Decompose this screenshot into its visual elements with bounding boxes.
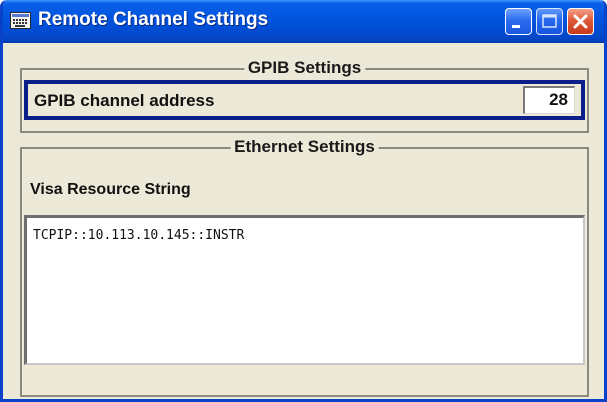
keyboard-icon <box>10 12 31 29</box>
gpib-channel-address-label: GPIB channel address <box>34 91 215 110</box>
gpib-channel-address-row[interactable]: GPIB channel address 28 <box>24 80 585 120</box>
ethernet-settings-group: Ethernet Settings Visa Resource String T… <box>20 137 589 397</box>
minimize-button[interactable] <box>505 8 532 35</box>
close-icon <box>573 14 588 29</box>
maximize-button[interactable] <box>536 8 563 35</box>
window-title: Remote Channel Settings <box>38 9 269 30</box>
dialog-content: GPIB Settings GPIB channel address 28 Et… <box>6 43 601 397</box>
maximize-icon <box>542 14 557 28</box>
gpib-channel-address-field[interactable]: 28 <box>523 86 575 114</box>
title-bar[interactable]: Remote Channel Settings <box>3 0 604 43</box>
remote-channel-settings-window: Remote Channel Settings GPIB Settings GP… <box>0 0 607 402</box>
minimize-icon <box>512 25 520 28</box>
visa-resource-string-field[interactable]: TCPIP::10.113.10.145::INSTR <box>24 215 585 365</box>
visa-resource-string-value: TCPIP::10.113.10.145::INSTR <box>33 228 245 243</box>
ethernet-settings-title: Ethernet Settings <box>230 137 379 157</box>
visa-resource-string-label: Visa Resource String <box>30 181 191 198</box>
close-button[interactable] <box>567 8 594 35</box>
gpib-settings-group: GPIB Settings GPIB channel address 28 <box>20 58 589 133</box>
gpib-settings-title: GPIB Settings <box>243 58 366 78</box>
